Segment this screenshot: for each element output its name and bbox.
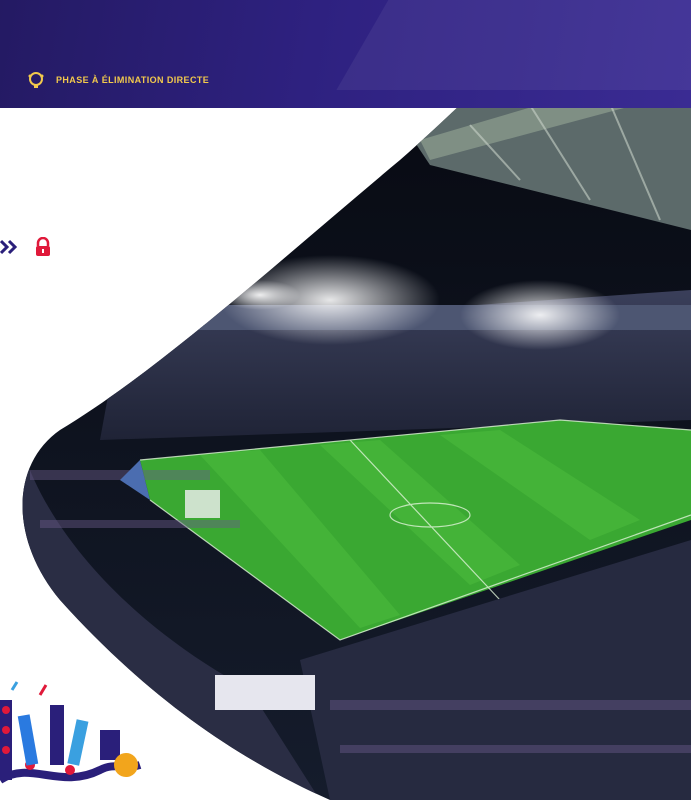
phase-badge: PHASE À ÉLIMINATION DIRECTE (26, 70, 209, 90)
double-chevron-right-icon[interactable] (0, 239, 20, 255)
trophy-icon (28, 72, 44, 88)
lock-icon[interactable] (34, 237, 52, 257)
hero-stage: PHASE À ÉLIMINATION DIRECTE (0, 0, 691, 800)
banner-stripe (336, 0, 691, 90)
nav-controls (0, 237, 52, 257)
confetti-decoration-icon (0, 681, 142, 784)
phase-label: PHASE À ÉLIMINATION DIRECTE (56, 75, 210, 85)
top-banner: PHASE À ÉLIMINATION DIRECTE (0, 0, 691, 108)
